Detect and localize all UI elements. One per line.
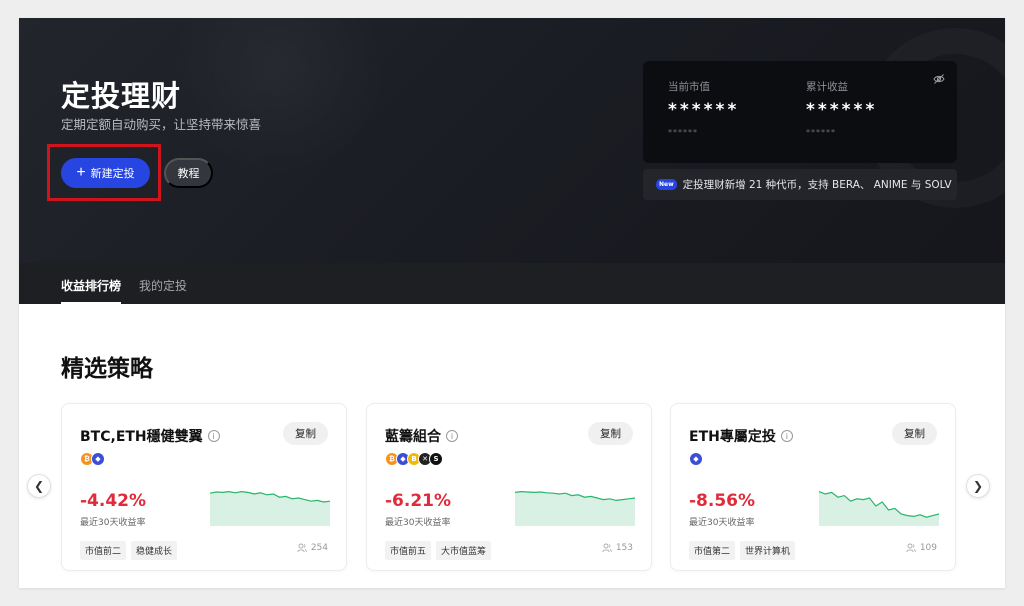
total-profit-label: 累计收益 xyxy=(806,81,848,93)
eth-icon: ◆ xyxy=(91,452,105,466)
strategy-tag: 世界计算机 xyxy=(740,541,796,560)
chevron-right-icon: ❯ xyxy=(972,479,984,493)
followers-number: 109 xyxy=(919,543,937,553)
copy-button[interactable]: 复制 xyxy=(283,422,328,445)
return-value: -4.42% xyxy=(80,491,147,511)
active-tab-indicator xyxy=(61,302,121,304)
strategy-name: ETH專屬定投 xyxy=(689,429,776,445)
strategy-name-row: BTC,ETH穩健雙翼 i xyxy=(80,426,220,446)
return-label: 最近30天收益率 xyxy=(80,518,146,528)
copy-button[interactable]: 复制 xyxy=(892,422,937,445)
chevron-left-icon: ❮ xyxy=(33,479,45,493)
strategy-card[interactable]: BTC,ETH穩健雙翼 i 复制 ₿ ◆ -4.42% 最近30天收益率市值前二 稳健成长 25… xyxy=(61,403,347,571)
followers-count: 109 xyxy=(906,543,937,553)
hide-eye-icon[interactable] xyxy=(933,73,945,85)
tutorial-button[interactable]: 教程 xyxy=(164,158,213,188)
current-value-label: 当前市值 xyxy=(668,81,710,93)
strategy-name: 藍籌組合 xyxy=(385,429,441,445)
sparkline-area xyxy=(210,491,330,526)
hero-decoration xyxy=(169,18,389,178)
app-frame: 定投理财 定期定额自动购买，让坚持带来惊喜 + 新建定投 教程 当前市值 ***… xyxy=(19,18,1005,588)
users-icon xyxy=(602,543,612,553)
tab-bar: 收益排行榜 我的定投 xyxy=(19,263,1005,304)
tab-my-plans[interactable]: 我的定投 xyxy=(139,277,187,294)
page-title: 定投理财 xyxy=(61,79,182,113)
strategy-tag: 大市值蓝筹 xyxy=(436,541,492,560)
strategy-tag: 市值前五 xyxy=(385,541,432,560)
trend-sparkline xyxy=(210,490,330,526)
followers-count: 254 xyxy=(297,543,328,553)
tab-leaderboard[interactable]: 收益排行榜 xyxy=(61,277,121,294)
current-value-block: 当前市值 ****** ****** xyxy=(668,79,739,137)
followers-number: 254 xyxy=(310,543,328,553)
new-badge: New xyxy=(656,179,677,190)
current-value: ****** xyxy=(668,100,740,120)
coin-icons: ₿ ◆ B ✕ S xyxy=(385,452,443,466)
strategy-tags: 市值前五 大市值蓝筹 xyxy=(385,541,492,560)
followers-number: 153 xyxy=(615,543,633,553)
strategy-name: BTC,ETH穩健雙翼 xyxy=(80,429,203,445)
users-icon xyxy=(906,543,916,553)
strategy-name-row: ETH專屬定投 i xyxy=(689,426,793,446)
strategy-tags: 市值前二 稳健成长 xyxy=(80,541,178,560)
info-icon[interactable]: i xyxy=(446,430,458,442)
hero-banner: 定投理财 定期定额自动购买，让坚持带来惊喜 + 新建定投 教程 当前市值 ***… xyxy=(19,18,1005,304)
trend-sparkline xyxy=(819,491,939,526)
return-label: 最近30天收益率 xyxy=(385,518,451,528)
strategy-tag: 市值第二 xyxy=(689,541,736,560)
copy-button[interactable]: 复制 xyxy=(588,422,633,445)
sol-icon: S xyxy=(429,452,443,466)
strategy-tag: 市值前二 xyxy=(80,541,127,560)
total-profit-block: 累计收益 ****** ****** xyxy=(806,79,877,137)
strategy-card[interactable]: 藍籌組合 i 复制 ₿ ◆ B ✕ S -6.21% 最近30天收益率市值前五 大市值蓝筹 153 xyxy=(366,403,652,571)
return-label: 最近30天收益率 xyxy=(689,518,755,528)
info-icon[interactable]: i xyxy=(207,430,220,442)
carousel-prev-button[interactable]: ❮ xyxy=(27,474,51,498)
sparkline-area xyxy=(515,491,635,526)
info-icon[interactable]: i xyxy=(780,430,793,442)
total-profit-sub: ****** xyxy=(806,128,836,137)
followers-count: 153 xyxy=(602,543,633,553)
section-title: 精选策略 xyxy=(61,356,153,382)
total-profit-value: ****** xyxy=(806,100,878,120)
announcement-bar[interactable]: New 定投理财新增 21 种代币，支持 BERA、 ANIME 与 SOLV xyxy=(643,169,957,200)
return-value: -6.21% xyxy=(385,491,452,511)
trend-sparkline xyxy=(515,490,635,526)
users-icon xyxy=(297,543,307,553)
page-subtitle: 定期定额自动购买，让坚持带来惊喜 xyxy=(61,117,262,132)
strategy-tag: 稳健成长 xyxy=(131,541,178,560)
strategy-name-row: 藍籌組合 i xyxy=(385,426,458,446)
highlight-box xyxy=(47,144,161,201)
coin-icons: ◆ xyxy=(689,452,703,466)
current-value-sub: ****** xyxy=(668,128,698,137)
assets-summary-card: 当前市值 ****** ****** 累计收益 ****** ****** xyxy=(643,61,957,163)
return-value: -8.56% xyxy=(689,491,756,511)
coin-icons: ₿ ◆ xyxy=(80,452,105,466)
strategy-tags: 市值第二 世界计算机 xyxy=(689,541,796,560)
announcement-text: 定投理财新增 21 种代币，支持 BERA、 ANIME 与 SOLV xyxy=(682,179,952,191)
eth-icon: ◆ xyxy=(689,452,703,466)
strategy-card[interactable]: ETH專屬定投 i 复制 ◆ -8.56% 最近30天收益率市值第二 世界计算机 109 xyxy=(670,403,956,571)
carousel-next-button[interactable]: ❯ xyxy=(966,474,990,498)
